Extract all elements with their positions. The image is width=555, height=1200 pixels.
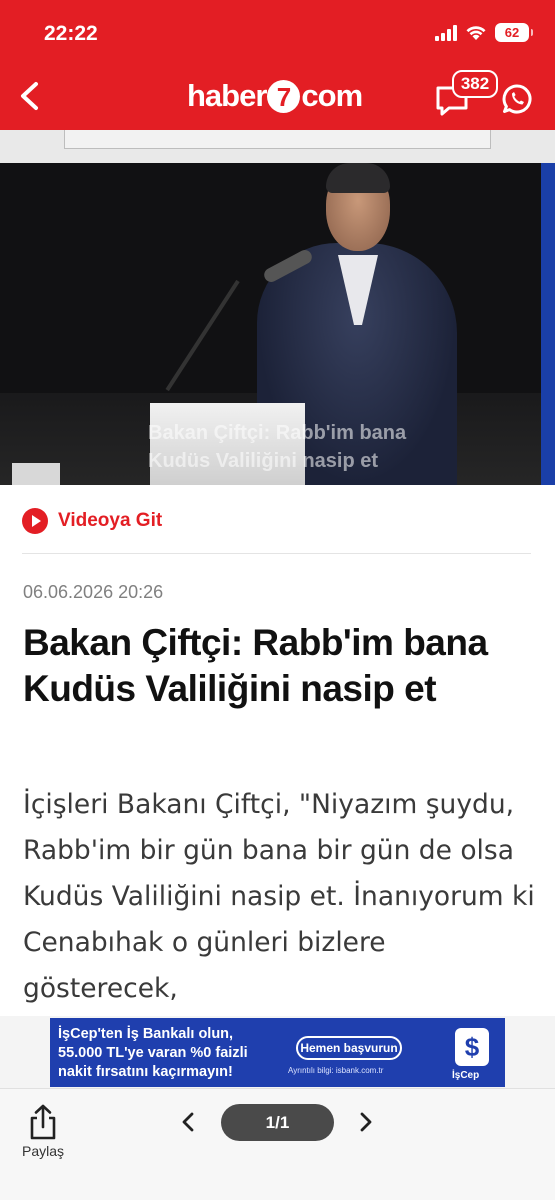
hero-caption: Bakan Çiftçi: Rabb'im bana Kudüs Valiliğ…	[148, 419, 406, 475]
ad-brand: İşCep	[452, 1070, 480, 1081]
logo-prefix: haber	[187, 78, 267, 113]
article-date: 06.06.2026 20:26	[23, 582, 164, 602]
hero-caption-line1: Bakan Çiftçi: Rabb'im bana	[148, 422, 407, 444]
whatsapp-share-button[interactable]	[501, 83, 533, 115]
wifi-icon	[466, 26, 486, 40]
bottom-ad-area: İşCep'ten İş Bankalı olun, 55.000 TL'ye …	[0, 1016, 555, 1088]
haber7-logo[interactable]: haber 7 com	[187, 78, 363, 114]
play-icon	[22, 508, 48, 534]
hero-caption-line2: Kudüs Valiliğini nasip et	[148, 450, 379, 472]
article-hero-image[interactable]: Bakan Çiftçi: Rabb'im bana Kudüs Valiliğ…	[0, 163, 555, 485]
top-ad-strip	[0, 130, 555, 163]
whatsapp-icon	[502, 84, 532, 114]
logo-number: 7	[267, 79, 301, 113]
share-icon	[30, 1104, 56, 1140]
status-indicators: 62	[435, 23, 533, 42]
article-summary: İçişleri Bakanı Çiftçi, "Niyazım şuydu, …	[23, 789, 535, 1004]
video-link-label: Videoya Git	[58, 510, 163, 531]
cellular-signal-icon	[435, 24, 457, 41]
previous-page-button[interactable]	[176, 1109, 202, 1135]
ad-line: İşCep'ten İş Bankalı olun,	[58, 1026, 234, 1042]
top-ad-placeholder	[64, 130, 491, 149]
video-link[interactable]: Videoya Git	[22, 505, 162, 537]
ad-line: nakit fırsatını kaçırmayın!	[58, 1064, 233, 1080]
share-button[interactable]: Paylaş	[18, 1103, 68, 1163]
status-bar: 22:22 62	[0, 0, 555, 62]
back-button[interactable]	[14, 76, 46, 116]
chevron-left-icon	[21, 82, 38, 110]
bottom-toolbar: Paylaş 1/1	[0, 1088, 555, 1200]
status-time: 22:22	[44, 22, 98, 45]
share-label: Paylaş	[21, 1143, 65, 1159]
article-headline: Bakan Çiftçi: Rabb'im bana Kudüs Valiliğ…	[23, 622, 488, 709]
chevron-right-icon	[360, 1112, 372, 1132]
ad-line: 55.000 TL'ye varan %0 faizli	[58, 1045, 248, 1061]
next-page-button[interactable]	[352, 1109, 378, 1135]
ad-fine-print: Ayrıntılı bilgi: isbank.com.tr	[288, 1066, 384, 1075]
divider	[22, 553, 531, 554]
app-header: haber 7 com 382	[0, 62, 555, 130]
comment-count-badge[interactable]: 382	[452, 70, 498, 98]
ad-cta-button[interactable]: Hemen başvurun	[296, 1036, 402, 1060]
ad-banner[interactable]: İşCep'ten İş Bankalı olun, 55.000 TL'ye …	[50, 1018, 505, 1087]
logo-suffix: com	[301, 78, 363, 113]
image-scrollbar[interactable]	[541, 163, 555, 485]
isbank-logo-icon: $	[455, 1028, 489, 1066]
page-indicator: 1/1	[221, 1104, 334, 1141]
battery-icon: 62	[495, 23, 533, 42]
chevron-left-icon	[182, 1112, 194, 1132]
ad-text: İşCep'ten İş Bankalı olun, 55.000 TL'ye …	[58, 1025, 248, 1082]
